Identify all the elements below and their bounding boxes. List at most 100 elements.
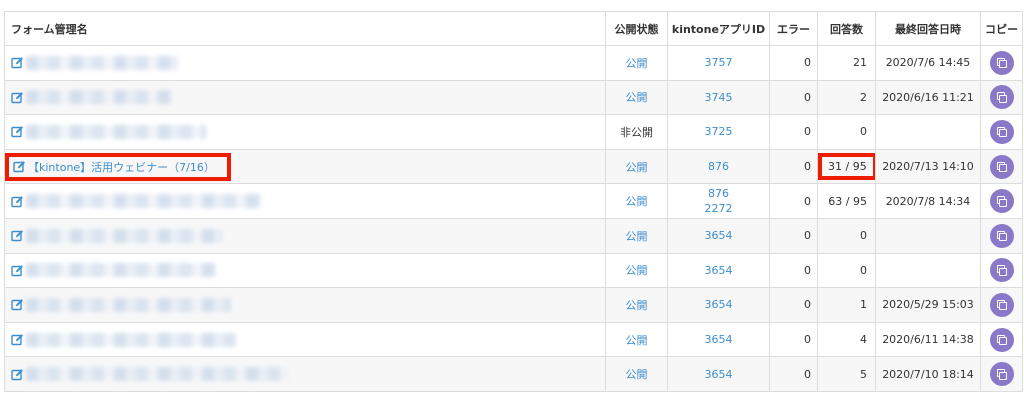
status-cell[interactable]: 公開 [605,79,668,116]
response-count-cell: 4 [817,321,876,358]
status-cell[interactable]: 公開 [605,148,668,185]
app-id-link[interactable]: 3654 [669,228,769,243]
response-count-cell: 21 [817,45,876,81]
status-cell[interactable]: 公開 [605,321,668,358]
app-id-link[interactable]: 876 [669,159,769,174]
redacted-form-name[interactable] [26,367,289,382]
copy-button[interactable] [989,154,1014,179]
copy-cell [980,217,1023,254]
copy-button[interactable] [989,223,1014,248]
redacted-form-name[interactable] [26,194,261,209]
redacted-form-name[interactable] [26,263,216,278]
app-id-cell: 876 2272 [667,183,770,219]
header-responses[interactable]: 回答数 [817,11,876,46]
header-form-name[interactable]: フォーム管理名 [4,11,606,46]
form-table: フォーム管理名 公開状態 kintoneアプリID エラー 回答数 最終回答日時… [4,11,1023,392]
table-row: 公開 3757 0 21 2020/7/6 14:45 [4,45,1023,81]
header-copy: コピー [980,11,1023,46]
response-count-cell: 0 [817,114,876,150]
error-count: 0 [769,356,818,392]
app-id-link[interactable]: 2272 [669,201,769,216]
app-id-cell: 3757 [667,45,770,81]
error-count: 0 [769,148,818,185]
redacted-form-name[interactable] [26,90,171,105]
redacted-form-name[interactable] [26,55,178,70]
status-cell[interactable]: 公開 [605,252,668,289]
highlight-box: 【kintone】活用ウェビナー（7/16） [5,152,231,181]
edit-icon[interactable] [11,195,24,208]
copy-button[interactable] [989,119,1014,144]
form-name-cell [4,183,606,219]
table-row: 公開 3654 0 0 [4,217,1023,254]
edit-icon[interactable] [11,333,24,346]
table-row: 公開 3745 0 2 2020/6/16 11:21 [4,79,1023,116]
edit-icon[interactable] [11,368,24,381]
status-cell[interactable]: 公開 [605,287,668,323]
form-list: フォーム管理名 公開状態 kintoneアプリID エラー 回答数 最終回答日時… [4,11,1023,392]
copy-button[interactable] [989,50,1014,75]
app-id-link[interactable]: 3725 [669,124,769,139]
edit-icon[interactable] [11,125,24,138]
status-cell[interactable]: 公開 [605,217,668,254]
header-last-response[interactable]: 最終回答日時 [875,11,981,46]
response-count: 2 [860,90,867,104]
copy-button[interactable] [989,292,1014,317]
header-app-id[interactable]: kintoneアプリID [667,11,770,46]
status-cell[interactable]: 公開 [605,183,668,219]
app-id-link[interactable]: 3654 [669,297,769,312]
app-id-link[interactable]: 3757 [669,55,769,70]
copy-cell [980,45,1023,81]
table-row: 非公開 3725 0 0 [4,114,1023,150]
form-name-cell [4,45,606,81]
app-id-cell: 876 [667,148,770,185]
copy-button[interactable] [989,189,1014,214]
app-id-cell: 3725 [667,114,770,150]
status-cell: 非公開 [605,114,668,150]
error-count: 0 [769,114,818,150]
app-id-link[interactable]: 3654 [669,332,769,347]
redacted-form-name[interactable] [26,124,206,139]
status-cell[interactable]: 公開 [605,356,668,392]
last-response-date [875,114,981,150]
response-count: 1 [860,298,867,312]
app-id-link[interactable]: 3745 [669,90,769,105]
table-row: 公開 3654 0 0 [4,252,1023,289]
last-response-date: 2020/5/29 15:03 [875,287,981,323]
copy-button[interactable] [989,362,1014,387]
copy-button[interactable] [989,327,1014,352]
copy-button[interactable] [989,258,1014,283]
last-response-date: 2020/7/10 18:14 [875,356,981,392]
form-name-link[interactable]: 【kintone】活用ウェビナー（7/16） [28,161,215,174]
edit-icon[interactable] [13,160,26,173]
status-cell[interactable]: 公開 [605,45,668,81]
form-name-cell [4,356,606,392]
edit-icon[interactable] [11,91,24,104]
copy-button[interactable] [989,85,1014,110]
response-count-cell: 31 / 95 [817,148,876,185]
edit-icon[interactable] [11,56,24,69]
app-id-link[interactable]: 3654 [669,263,769,278]
edit-icon[interactable] [11,298,24,311]
redacted-form-name[interactable] [26,332,236,347]
last-response-date: 2020/6/11 14:38 [875,321,981,358]
header-status[interactable]: 公開状態 [605,11,668,46]
error-count: 0 [769,321,818,358]
response-count-cell: 2 [817,79,876,116]
table-header-row: フォーム管理名 公開状態 kintoneアプリID エラー 回答数 最終回答日時… [4,11,1023,46]
highlighted-response-count: 31 / 95 [818,153,875,181]
redacted-form-name[interactable] [26,297,231,312]
copy-cell [980,356,1023,392]
app-id-link[interactable]: 876 [669,186,769,201]
edit-icon[interactable] [11,229,24,242]
app-id-cell: 3654 [667,321,770,358]
error-count: 0 [769,252,818,289]
response-count-cell: 5 [817,356,876,392]
response-count-cell: 63 / 95 [817,183,876,219]
redacted-form-name[interactable] [26,228,223,243]
app-id-link[interactable]: 3654 [669,367,769,382]
edit-icon[interactable] [11,264,24,277]
form-name-cell [4,252,606,289]
app-id-cell: 3654 [667,252,770,289]
copy-cell [980,252,1023,289]
header-errors[interactable]: エラー [769,11,818,46]
